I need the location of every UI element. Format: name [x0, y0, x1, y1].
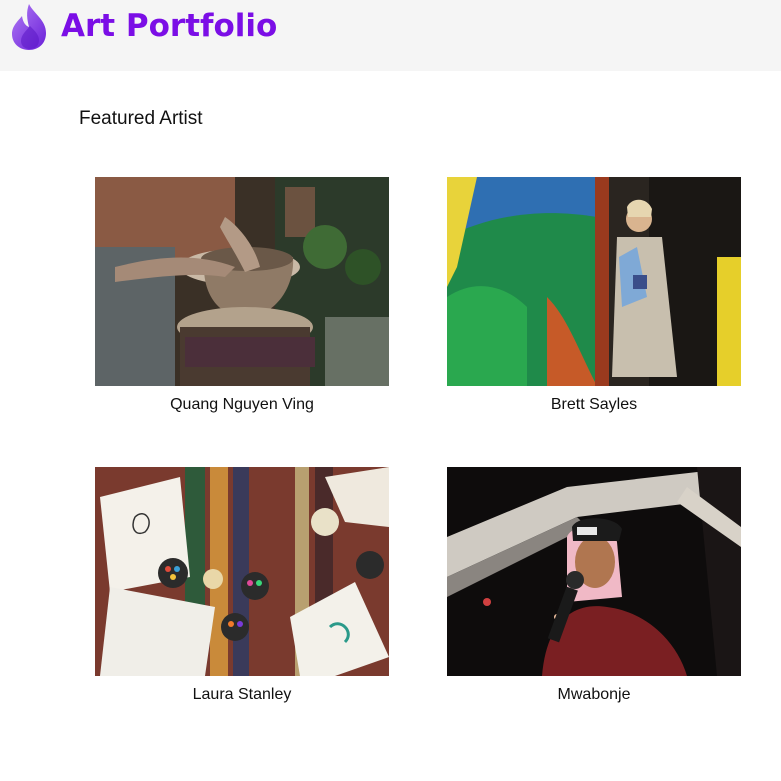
artist-card[interactable]: Mwabonje	[447, 467, 741, 703]
site-header: Art Portfolio	[0, 0, 781, 71]
artist-card[interactable]: Laura Stanley	[95, 467, 389, 703]
brand-title[interactable]: Art Portfolio	[61, 4, 277, 48]
artist-name[interactable]: Mwabonje	[447, 685, 741, 705]
artist-photo[interactable]	[447, 467, 741, 676]
artist-card[interactable]: Brett Sayles	[447, 177, 741, 413]
artist-name[interactable]: Brett Sayles	[447, 395, 741, 415]
artist-card[interactable]: Quang Nguyen Ving	[95, 177, 389, 413]
artist-name[interactable]: Quang Nguyen Ving	[95, 395, 389, 415]
artist-photo[interactable]	[95, 177, 389, 386]
artist-photo[interactable]	[447, 177, 741, 386]
artist-name[interactable]: Laura Stanley	[95, 685, 389, 705]
artist-photo[interactable]	[95, 467, 389, 676]
section-title: Featured Artist	[79, 108, 203, 129]
flame-icon[interactable]	[8, 2, 50, 52]
